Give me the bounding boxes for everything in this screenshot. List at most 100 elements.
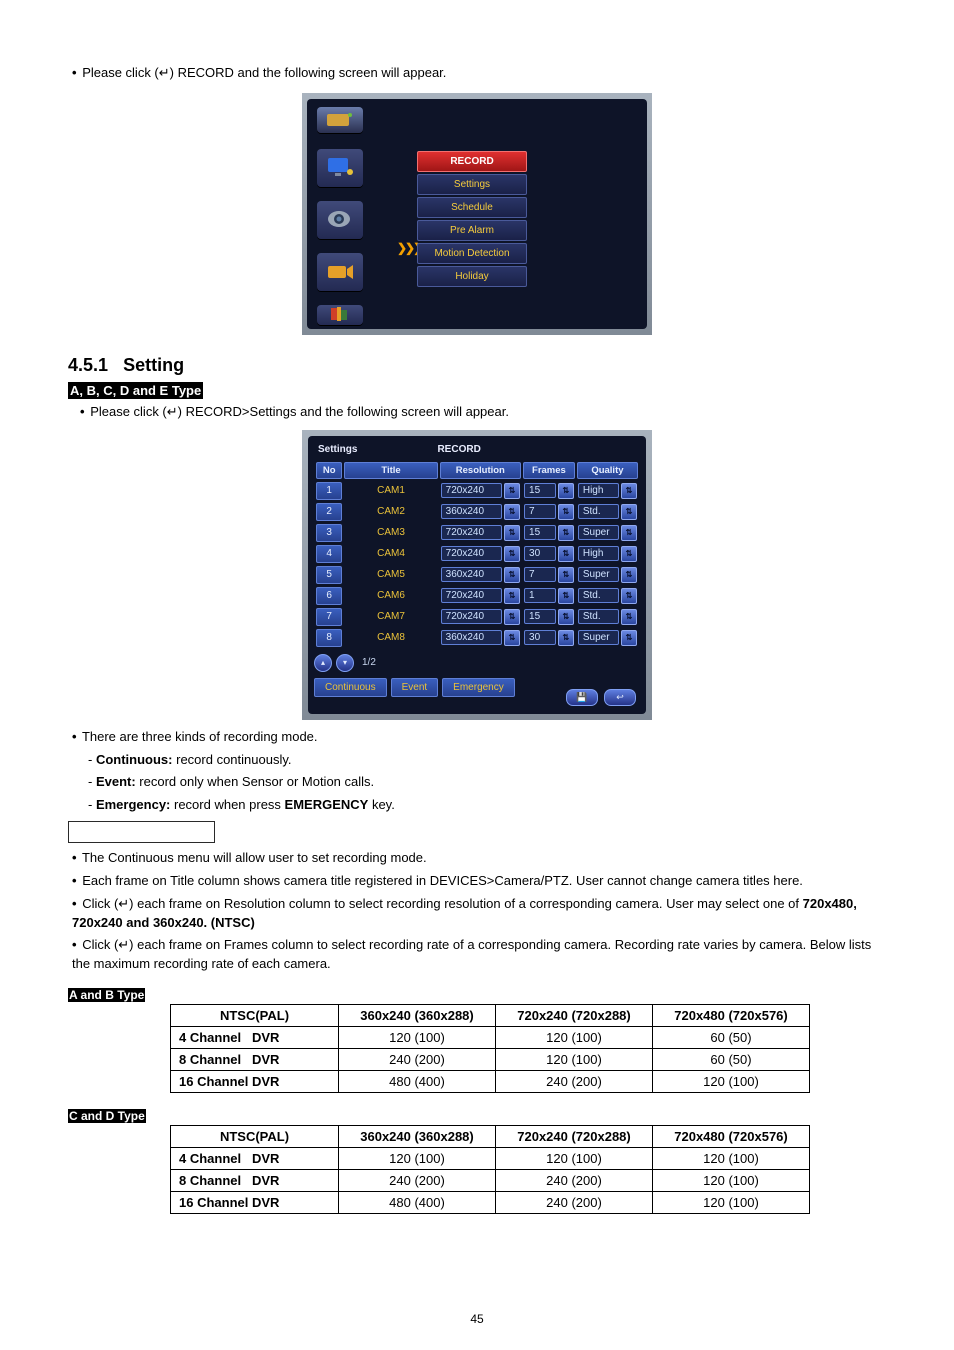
record-icon[interactable] (317, 253, 363, 291)
table-row: 1CAM1720x240⇅15⇅High⇅ (316, 482, 638, 500)
row-title: CAM3 (344, 524, 437, 542)
resolution-stepper[interactable]: ⇅ (504, 504, 520, 520)
resolution-cell[interactable]: 360x240 (441, 567, 502, 582)
blank-box (68, 821, 215, 843)
frames-stepper[interactable]: ⇅ (558, 504, 574, 520)
table-row: 3CAM3720x240⇅15⇅Super⇅ (316, 524, 638, 542)
system-icon[interactable] (317, 107, 363, 133)
tab-emergency[interactable]: Emergency (442, 678, 515, 697)
save-button[interactable]: 💾 (566, 689, 598, 706)
quality-cell[interactable]: High (578, 546, 619, 561)
frames-cell[interactable]: 15 (524, 525, 556, 540)
page-up-button[interactable]: ▴ (314, 654, 332, 672)
cont-b3: • Click (↵) each frame on Resolution col… (72, 895, 886, 933)
resolution-cell[interactable]: 720x240 (441, 525, 502, 540)
tab-continuous[interactable]: Continuous (314, 678, 387, 697)
settings-click-line: • Please click (↵) RECORD>Settings and t… (80, 403, 886, 422)
quality-stepper[interactable]: ⇅ (621, 567, 637, 583)
frames-stepper[interactable]: ⇅ (558, 588, 574, 604)
row-no: 1 (316, 482, 342, 500)
pager-text: 1/2 (362, 657, 376, 668)
frames-stepper[interactable]: ⇅ (558, 567, 574, 583)
resolution-cell[interactable]: 720x240 (441, 609, 502, 624)
settings-table: No Title Resolution Frames Quality 1CAM1… (314, 459, 640, 650)
menu-settings[interactable]: Settings (417, 174, 527, 195)
quality-cell[interactable]: Std. (578, 588, 619, 603)
table-row: 4 Channel DVR120 (100)120 (100)120 (100) (171, 1148, 810, 1170)
table-row: 6CAM6720x240⇅1⇅Std.⇅ (316, 587, 638, 605)
row-no: 4 (316, 545, 342, 563)
row-no: 8 (316, 629, 342, 647)
page-down-button[interactable]: ▾ (336, 654, 354, 672)
quality-stepper[interactable]: ⇅ (621, 525, 637, 541)
frames-cell[interactable]: 7 (524, 504, 556, 519)
frames-cell[interactable]: 30 (524, 546, 556, 561)
table-row: 4 Channel DVR120 (100)120 (100)60 (50) (171, 1027, 810, 1049)
network-icon[interactable] (317, 305, 363, 325)
table-row: 8 Channel DVR240 (200)240 (200)120 (100) (171, 1170, 810, 1192)
col-quality: Quality (577, 462, 638, 479)
settings-breadcrumb: Settings RECORD (314, 442, 640, 459)
frames-stepper[interactable]: ⇅ (558, 630, 574, 646)
quality-stepper[interactable]: ⇅ (621, 609, 637, 625)
resolution-stepper[interactable]: ⇅ (504, 567, 520, 583)
quality-cell[interactable]: Std. (578, 609, 619, 624)
mode-event: - Event: record only when Sensor or Moti… (88, 773, 886, 792)
quality-stepper[interactable]: ⇅ (621, 504, 637, 520)
resolution-cell[interactable]: 720x240 (441, 483, 502, 498)
section-heading: 4.5.1 Setting (68, 355, 886, 376)
resolution-stepper[interactable]: ⇅ (504, 609, 520, 625)
tab-event[interactable]: Event (391, 678, 439, 697)
menu-record[interactable]: RECORD (417, 151, 527, 172)
row-no: 6 (316, 587, 342, 605)
camera-icon[interactable] (317, 201, 363, 239)
mode-emergency: - Emergency: record when press EMERGENCY… (88, 796, 886, 815)
frames-cell[interactable]: 30 (524, 630, 556, 645)
col-resolution: Resolution (440, 462, 521, 479)
quality-cell[interactable]: High (578, 483, 619, 498)
resolution-stepper[interactable]: ⇅ (504, 525, 520, 541)
resolution-stepper[interactable]: ⇅ (504, 630, 520, 646)
quality-stepper[interactable]: ⇅ (621, 483, 637, 499)
resolution-stepper[interactable]: ⇅ (504, 588, 520, 604)
resolution-cell[interactable]: 360x240 (441, 504, 502, 519)
quality-cell[interactable]: Super (578, 630, 619, 645)
table-row: 7CAM7720x240⇅15⇅Std.⇅ (316, 608, 638, 626)
menu-holiday[interactable]: Holiday (417, 266, 527, 287)
frames-stepper[interactable]: ⇅ (558, 609, 574, 625)
frames-stepper[interactable]: ⇅ (558, 525, 574, 541)
frames-cell[interactable]: 15 (524, 609, 556, 624)
settings-screenshot: Settings RECORD No Title Resolution Fram… (302, 430, 652, 720)
frames-cell[interactable]: 1 (524, 588, 556, 603)
frames-cell[interactable]: 15 (524, 483, 556, 498)
resolution-stepper[interactable]: ⇅ (504, 546, 520, 562)
display-icon[interactable] (317, 149, 363, 187)
quality-cell[interactable]: Std. (578, 504, 619, 519)
quality-cell[interactable]: Super (578, 525, 619, 540)
quality-stepper[interactable]: ⇅ (621, 630, 637, 646)
row-no: 2 (316, 503, 342, 521)
quality-stepper[interactable]: ⇅ (621, 588, 637, 604)
row-title: CAM2 (344, 503, 437, 521)
quality-cell[interactable]: Super (578, 567, 619, 582)
type-tag-ab: A and B Type (68, 988, 145, 1002)
resolution-stepper[interactable]: ⇅ (504, 483, 520, 499)
col-no: No (316, 462, 342, 479)
frames-cell[interactable]: 7 (524, 567, 556, 582)
table-row: 4CAM4720x240⇅30⇅High⇅ (316, 545, 638, 563)
resolution-cell[interactable]: 720x240 (441, 588, 502, 603)
table-row: 16 Channel DVR480 (400)240 (200)120 (100… (171, 1192, 810, 1214)
intro-line: • Please click (↵) RECORD and the follow… (72, 64, 886, 83)
cont-b4: • Click (↵) each frame on Frames column … (72, 936, 886, 974)
menu-motion-detection[interactable]: Motion Detection (417, 243, 527, 264)
menu-prealarm[interactable]: Pre Alarm (417, 220, 527, 241)
menu-schedule[interactable]: Schedule (417, 197, 527, 218)
resolution-cell[interactable]: 720x240 (441, 546, 502, 561)
cont-b1: • The Continuous menu will allow user to… (72, 849, 886, 868)
frames-stepper[interactable]: ⇅ (558, 483, 574, 499)
table-row: 5CAM5360x240⇅7⇅Super⇅ (316, 566, 638, 584)
resolution-cell[interactable]: 360x240 (441, 630, 502, 645)
exit-button[interactable]: ↩ (604, 689, 636, 706)
quality-stepper[interactable]: ⇅ (621, 546, 637, 562)
frames-stepper[interactable]: ⇅ (558, 546, 574, 562)
